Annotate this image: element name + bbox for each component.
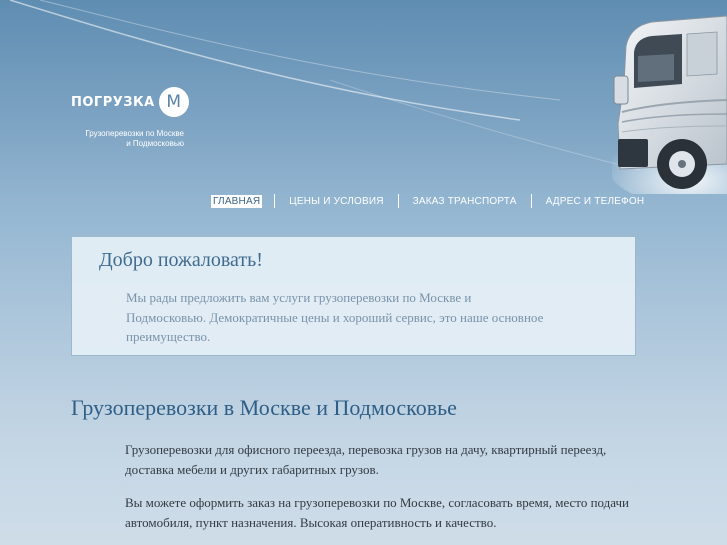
logo-badge: М bbox=[158, 87, 189, 117]
main-navigation: ГЛАВНАЯ ЦЕНЫ И УСЛОВИЯ ЗАКАЗ ТРАНСПОРТА … bbox=[211, 193, 646, 209]
nav-item-home[interactable]: ГЛАВНАЯ bbox=[211, 194, 263, 208]
nav-divider bbox=[274, 194, 276, 208]
nav-item-prices[interactable]: ЦЕНЫ И УСЛОВИЯ bbox=[287, 195, 385, 208]
truck-icon bbox=[612, 15, 727, 194]
nav-divider bbox=[530, 194, 532, 208]
tagline-line-2: и Подмосковью bbox=[126, 139, 184, 148]
nav-divider bbox=[397, 194, 399, 208]
logo-wordmark: ПОГРУЗКА bbox=[71, 94, 155, 110]
welcome-title: Добро пожаловать! bbox=[99, 249, 263, 271]
site-tagline: Грузоперевозки по Москве и Подмосковью bbox=[60, 129, 184, 149]
site-logo[interactable]: ПОГРУЗКА М bbox=[71, 87, 189, 117]
tagline-line-1: Грузоперевозки по Москве bbox=[85, 129, 184, 138]
nav-item-order[interactable]: ЗАКАЗ ТРАНСПОРТА bbox=[411, 195, 519, 208]
nav-item-contacts[interactable]: АДРЕС И ТЕЛЕФОН bbox=[544, 195, 647, 208]
logo-letter: М bbox=[166, 91, 182, 112]
welcome-text: Мы рады предложить вам услуги грузоперев… bbox=[126, 290, 544, 344]
content-paragraph-2: Вы можете оформить заказ на грузоперевоз… bbox=[125, 495, 630, 530]
welcome-panel: Добро пожаловать! Мы рады предложить вам… bbox=[71, 236, 636, 356]
content-paragraph-1: Грузоперевозки для офисного переезда, пе… bbox=[125, 442, 607, 477]
page-title: Грузоперевозки в Москве и Подмосковье bbox=[71, 395, 457, 420]
